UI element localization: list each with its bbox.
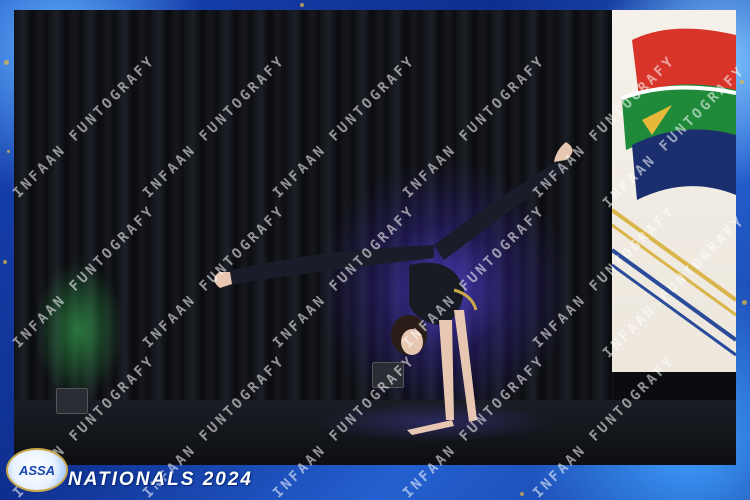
logo-text: ASSA xyxy=(18,462,56,478)
assa-logo: ASSA xyxy=(6,448,68,492)
photo-frame: INFAAN FUNTOGRAFY INFAAN FUNTOGRAFY INFA… xyxy=(0,0,750,500)
event-photo xyxy=(14,10,736,465)
event-title: NATIONALS 2024 xyxy=(68,469,253,490)
gymnast-figure xyxy=(214,142,573,435)
